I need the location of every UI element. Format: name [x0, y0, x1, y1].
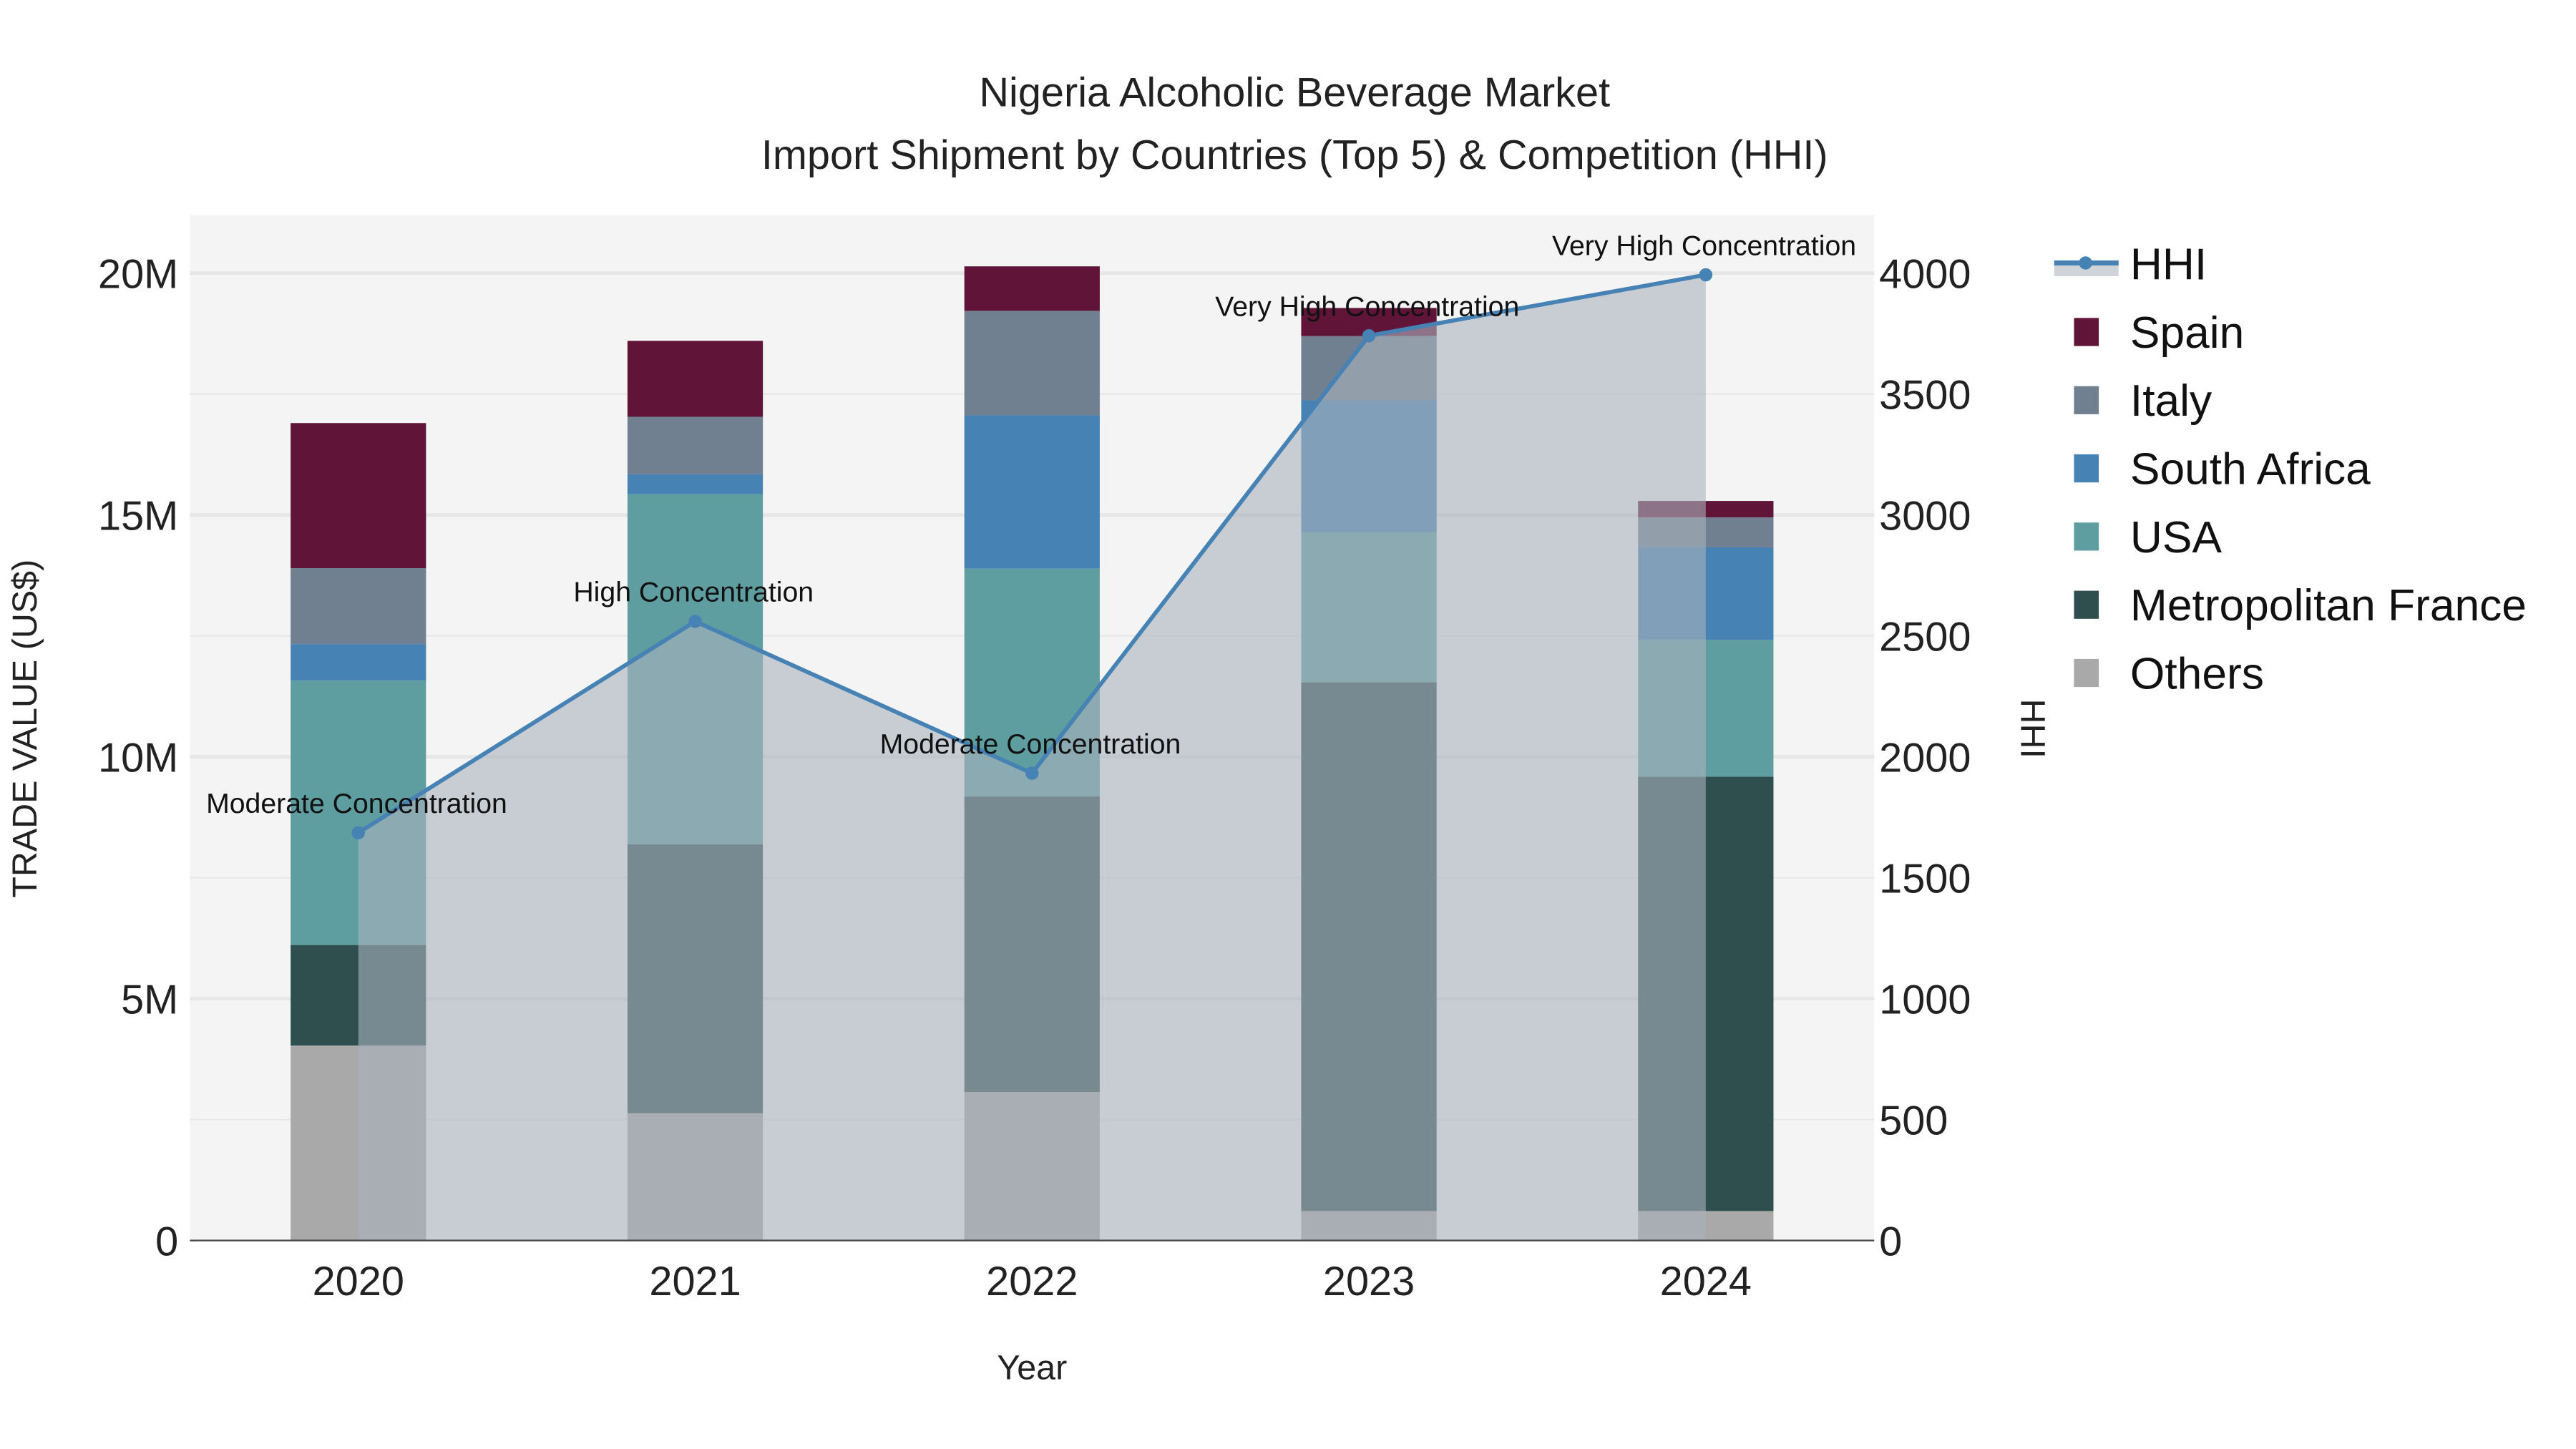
bar-spain[interactable]: [627, 341, 763, 417]
legend-item-south-africa[interactable]: South Africa: [2074, 444, 2371, 494]
hhi-annotation: High Concentration: [573, 577, 814, 608]
y2-tick-label: 3000: [1879, 493, 1971, 539]
legend-hhi-marker: [2079, 256, 2092, 270]
bar-spain[interactable]: [291, 423, 426, 569]
x-tick-label: 2021: [649, 1259, 741, 1304]
hhi-point[interactable]: [1025, 766, 1039, 780]
hhi-point[interactable]: [351, 826, 365, 840]
hhi-point[interactable]: [1362, 329, 1376, 343]
legend-item-spain[interactable]: Spain: [2074, 308, 2244, 358]
legend-swatch: [2074, 454, 2099, 483]
x-tick-label: 2022: [986, 1259, 1078, 1304]
legend-label: USA: [2130, 513, 2223, 562]
x-tick-label: 2023: [1323, 1259, 1415, 1304]
x-axis-title: Year: [997, 1349, 1067, 1387]
bar-south-africa[interactable]: [627, 474, 763, 494]
legend-item-italy[interactable]: Italy: [2074, 376, 2212, 426]
hhi-annotation: Moderate Concentration: [206, 788, 507, 819]
legend-swatch: [2074, 522, 2099, 551]
hhi-annotation: Very High Concentration: [1552, 230, 1856, 261]
y2-tick-label: 4000: [1879, 251, 1971, 297]
legend-label: HHI: [2130, 240, 2207, 290]
chart-title-line2: Import Shipment by Countries (Top 5) & C…: [761, 132, 1828, 178]
legend-item-metropolitan-france[interactable]: Metropolitan France: [2074, 581, 2527, 630]
y2-tick-label: 1000: [1879, 977, 1971, 1023]
y2-tick-label: 3500: [1879, 372, 1971, 418]
legend-label: Metropolitan France: [2130, 581, 2527, 630]
x-tick-label: 2020: [313, 1259, 404, 1304]
legend-item-others[interactable]: Others: [2074, 649, 2264, 698]
y-tick-label: 15M: [98, 493, 178, 539]
bar-italy[interactable]: [964, 311, 1100, 416]
hhi-point[interactable]: [1699, 268, 1713, 282]
hhi-point[interactable]: [688, 615, 702, 628]
legend-swatch: [2074, 386, 2099, 414]
legend-item-hhi[interactable]: HHI: [2054, 240, 2207, 290]
y2-tick-label: 500: [1879, 1098, 1948, 1143]
y-tick-label: 10M: [98, 735, 178, 781]
legend-label: Spain: [2130, 308, 2244, 358]
y2-tick-label: 2000: [1879, 735, 1971, 781]
bar-italy[interactable]: [627, 416, 763, 474]
y-tick-label: 5M: [121, 977, 178, 1023]
y2-axis-title: HHI: [2014, 699, 2052, 758]
y2-tick-label: 2500: [1879, 614, 1971, 660]
hhi-annotation: Very High Concentration: [1215, 291, 1519, 323]
hhi-annotation: Moderate Concentration: [880, 728, 1181, 760]
legend-label: Italy: [2130, 376, 2212, 426]
y2-tick-label: 0: [1879, 1219, 1902, 1264]
legend-swatch: [2074, 658, 2099, 688]
legend-item-usa[interactable]: USA: [2074, 513, 2222, 562]
y-tick-label: 20M: [98, 251, 178, 297]
bar-south-africa[interactable]: [964, 415, 1100, 569]
chart: Moderate Concentration High Concentration…: [6, 69, 2527, 1387]
bar-italy[interactable]: [291, 568, 426, 645]
y-axis-title: TRADE VALUE (US$): [6, 560, 44, 898]
chart-title-line1: Nigeria Alcoholic Beverage Market: [979, 69, 1610, 115]
legend-label: Others: [2130, 649, 2264, 698]
legend-swatch: [2074, 318, 2099, 346]
legend-label: South Africa: [2130, 444, 2371, 494]
bar-south-africa[interactable]: [291, 644, 426, 680]
bar-spain[interactable]: [964, 266, 1100, 311]
y2-tick-label: 1500: [1879, 856, 1971, 902]
y-tick-label: 0: [155, 1219, 178, 1264]
legend-swatch: [2074, 590, 2099, 619]
x-tick-label: 2024: [1660, 1259, 1752, 1304]
